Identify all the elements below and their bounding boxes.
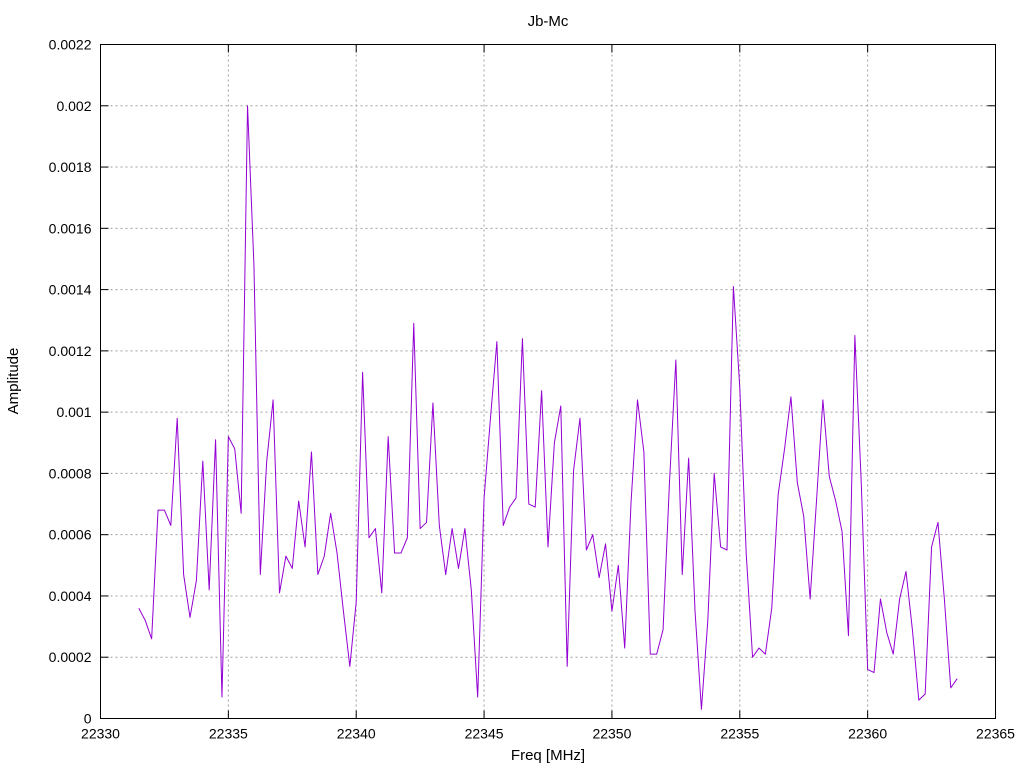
- x-tick-label: 22340: [337, 726, 376, 742]
- chart-background: [0, 0, 1024, 768]
- x-tick-label: 22330: [81, 726, 120, 742]
- chart-canvas: Jb-Mc 0 0.0002 0.0004 0.0006 0.0008 0.001 0.00…: [0, 0, 1024, 768]
- x-tick-label: 22360: [848, 726, 887, 742]
- y-tick-label: 0.0018: [49, 159, 92, 175]
- x-axis-title: Freq [MHz]: [511, 747, 585, 764]
- y-axis-title: Amplitude: [5, 348, 22, 415]
- y-tick-label: 0.0022: [49, 37, 92, 53]
- x-tick-label: 22355: [720, 726, 759, 742]
- y-tick-label: 0.0006: [49, 527, 92, 543]
- y-tick-label: 0.0014: [49, 282, 92, 298]
- y-tick-label: 0.002: [56, 98, 91, 114]
- y-tick-label: 0.0002: [49, 649, 92, 665]
- x-tick-label: 22350: [592, 726, 631, 742]
- y-tick-label: 0.0008: [49, 465, 92, 481]
- x-tick-label: 22345: [465, 726, 504, 742]
- chart-title: Jb-Mc: [528, 13, 569, 30]
- y-tick-label: 0.0004: [49, 588, 92, 604]
- y-tick-label: 0.0012: [49, 343, 92, 359]
- y-tick-label: 0.001: [56, 404, 91, 420]
- x-tick-label: 22335: [209, 726, 248, 742]
- x-tick-label: 22365: [976, 726, 1015, 742]
- y-tick-label: 0: [84, 711, 92, 727]
- y-tick-label: 0.0016: [49, 220, 92, 236]
